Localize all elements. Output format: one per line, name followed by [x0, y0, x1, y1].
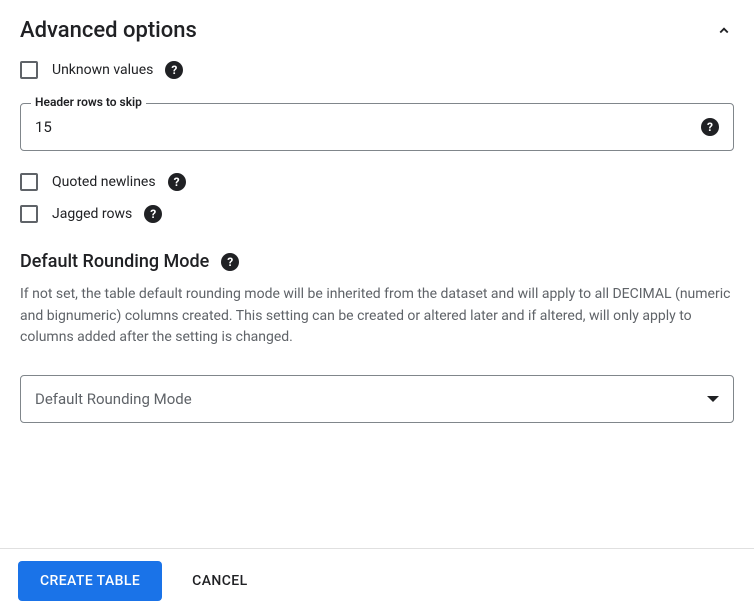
rounding-mode-description: If not set, the table default rounding m… — [20, 284, 734, 349]
advanced-options-title: Advanced options — [20, 18, 197, 43]
unknown-values-checkbox[interactable] — [20, 61, 38, 79]
footer: CREATE TABLE CANCEL — [0, 548, 754, 613]
quoted-newlines-checkbox[interactable] — [20, 173, 38, 191]
unknown-values-label[interactable]: Unknown values — [52, 62, 153, 78]
rounding-mode-title: Default Rounding Mode — [20, 251, 209, 272]
jagged-rows-label[interactable]: Jagged rows — [52, 206, 132, 222]
rounding-mode-select[interactable]: Default Rounding Mode — [20, 375, 734, 423]
help-icon[interactable]: ? — [221, 253, 239, 271]
header-rows-label: Header rows to skip — [31, 95, 146, 109]
jagged-rows-checkbox[interactable] — [20, 205, 38, 223]
rounding-mode-select-value: Default Rounding Mode — [35, 390, 192, 408]
help-icon[interactable]: ? — [168, 173, 186, 191]
header-rows-field: Header rows to skip ? — [20, 103, 734, 151]
advanced-options-header[interactable]: Advanced options — [20, 18, 734, 43]
jagged-rows-row: Jagged rows ? — [20, 205, 734, 223]
quoted-newlines-label[interactable]: Quoted newlines — [52, 174, 156, 190]
quoted-newlines-row: Quoted newlines ? — [20, 173, 734, 191]
create-table-button[interactable]: CREATE TABLE — [18, 561, 162, 601]
caret-down-icon — [707, 396, 719, 402]
header-rows-input[interactable] — [35, 118, 691, 136]
unknown-values-row: Unknown values ? — [20, 61, 734, 79]
help-icon[interactable]: ? — [701, 118, 719, 136]
help-icon[interactable]: ? — [165, 61, 183, 79]
chevron-up-icon — [714, 21, 734, 41]
help-icon[interactable]: ? — [144, 205, 162, 223]
rounding-mode-title-row: Default Rounding Mode ? — [20, 251, 734, 272]
cancel-button[interactable]: CANCEL — [192, 573, 247, 589]
